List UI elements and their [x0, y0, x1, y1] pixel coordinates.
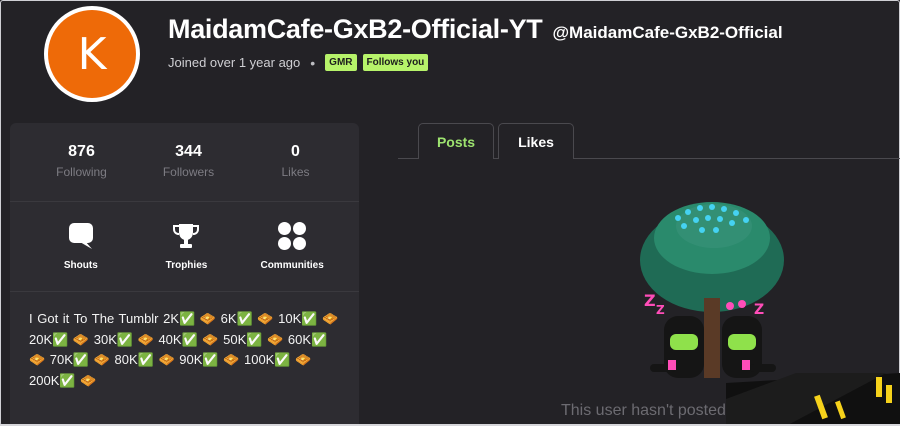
- empty-state-text: This user hasn't posted: [561, 402, 726, 419]
- username: @MaidamCafe-GxB2-Official: [552, 23, 783, 42]
- profile-bio: I Got it To The Tumblr 2K✅ 🧇 6K✅ 🧇 10K✅ …: [29, 311, 339, 388]
- profile-meta: Joined over 1 year ago • GMR Follows you: [168, 54, 429, 71]
- trophies-button[interactable]: Trophies: [141, 221, 231, 291]
- profile-sidebar: 876 Following 344 Followers 0 Likes Shou…: [10, 123, 359, 426]
- trophy-icon: [172, 221, 200, 251]
- profile-tabs: Posts Likes: [398, 123, 900, 159]
- stat-label: Likes: [281, 165, 310, 179]
- avatar[interactable]: K: [44, 6, 140, 102]
- tab-posts[interactable]: Posts: [418, 123, 494, 159]
- stat-value: 0: [291, 143, 300, 160]
- badge-gmr: GMR: [325, 54, 357, 71]
- stat-value: 344: [175, 143, 202, 160]
- stat-label: Following: [56, 165, 107, 179]
- joined-date: Joined over 1 year ago: [168, 55, 301, 70]
- badge-follows-you: Follows you: [362, 54, 429, 71]
- stat-label: Followers: [162, 165, 215, 179]
- profile-header: MaidamCafe-GxB2-Official-YT @MaidamCafe-…: [168, 14, 783, 45]
- meta-separator: •: [310, 54, 316, 71]
- stat-followers[interactable]: 344 Followers: [149, 143, 229, 201]
- stats-row: 876 Following 344 Followers 0 Likes: [10, 123, 359, 202]
- corner-decoration: [726, 373, 900, 426]
- sleeping-under-tree-illustration: Z Z Z: [640, 202, 784, 378]
- four-dots-icon: [277, 221, 307, 251]
- stat-value: 876: [68, 143, 95, 160]
- svg-text:Z: Z: [656, 303, 665, 317]
- communities-button[interactable]: Communities: [247, 221, 337, 291]
- action-label: Shouts: [63, 260, 98, 271]
- shouts-button[interactable]: Shouts: [36, 221, 126, 291]
- svg-text:Z: Z: [754, 302, 764, 318]
- actions-row: Shouts Trophies Communities: [10, 202, 359, 292]
- action-label: Communities: [260, 260, 324, 271]
- svg-text:Z: Z: [644, 291, 656, 310]
- stat-following[interactable]: 876 Following: [42, 143, 122, 201]
- avatar-letter: K: [48, 10, 136, 98]
- action-label: Trophies: [165, 260, 208, 271]
- tab-likes[interactable]: Likes: [498, 123, 574, 159]
- display-name: MaidamCafe-GxB2-Official-YT: [168, 14, 543, 44]
- speech-bubble-icon: [68, 221, 94, 251]
- stat-likes[interactable]: 0 Likes: [256, 143, 336, 201]
